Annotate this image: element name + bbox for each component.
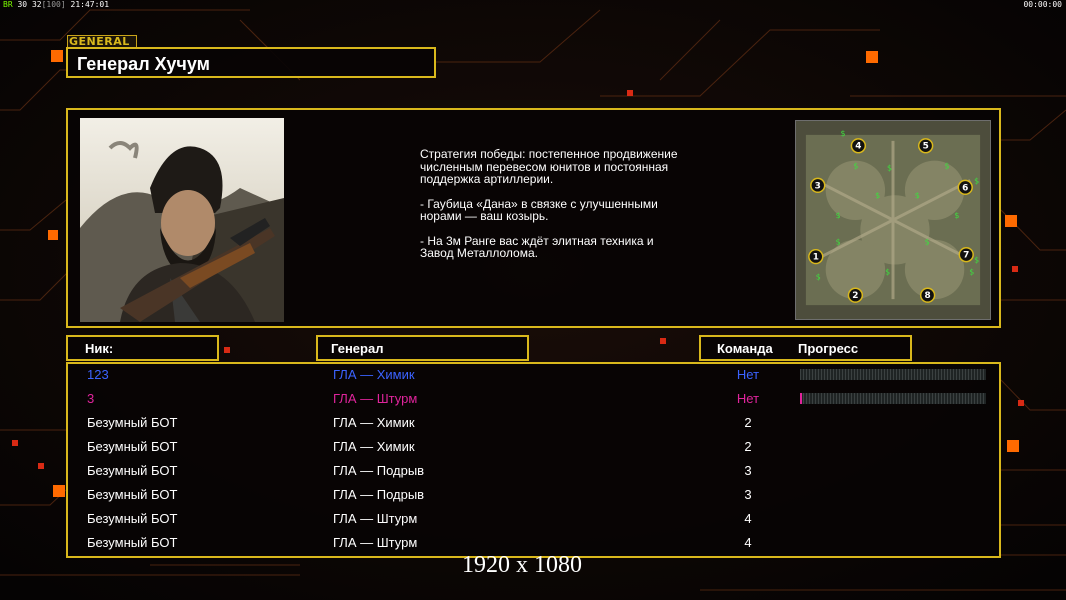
player-general: ГЛА — Химик — [333, 439, 415, 454]
player-team: Нет — [736, 391, 760, 406]
strategy-description: Стратегия победы: постепенное продвижени… — [420, 148, 680, 272]
fps-max: [100] — [41, 0, 66, 9]
svg-text:$: $ — [816, 272, 821, 281]
player-team: 3 — [744, 463, 752, 478]
resolution-label: 1920 x 1080 — [462, 552, 582, 578]
player-team: 4 — [744, 511, 752, 526]
player-nick: Безумный БОТ — [87, 511, 178, 526]
header-progress-label: Прогресс — [798, 341, 859, 356]
player-general: ГЛА — Подрыв — [333, 487, 425, 502]
svg-text:8: 8 — [925, 291, 931, 301]
general-info-panel: Стратегия победы: постепенное продвижени… — [66, 108, 1001, 328]
svg-text:$: $ — [925, 238, 930, 247]
player-nick: Безумный БОТ — [87, 463, 178, 478]
svg-text:$: $ — [836, 238, 841, 247]
map-preview[interactable]: $$$$ $$$$ $$$$ $$$$ 4 5 3 6 1 7 2 8 — [795, 120, 991, 320]
player-nick: 3 — [87, 391, 95, 406]
fps-avg: 32 — [31, 0, 42, 9]
fps-value: 30 — [17, 0, 28, 9]
strategy-paragraph: - Гаубица «Дана» в связке с улучшенными … — [420, 196, 658, 223]
player-team: 4 — [744, 535, 752, 550]
player-general: ГЛА — Химик — [333, 415, 415, 430]
svg-text:3: 3 — [815, 181, 821, 191]
player-row: Безумный БОТ ГЛА — Штурм 4 — [68, 508, 999, 532]
general-title-panel: Генерал Хучум — [66, 47, 436, 78]
svg-text:$: $ — [875, 191, 880, 200]
svg-text:6: 6 — [962, 183, 968, 193]
player-row: Безумный БОТ ГЛА — Подрыв 3 — [68, 460, 999, 484]
svg-text:2: 2 — [852, 291, 858, 301]
svg-text:7: 7 — [963, 251, 969, 261]
player-general: ГЛА — Подрыв — [333, 463, 425, 478]
progress-bar — [800, 369, 986, 380]
player-team: 2 — [744, 439, 752, 454]
svg-text:$: $ — [915, 191, 920, 200]
player-general: ГЛА — Штурм — [333, 535, 418, 550]
fps-counter: BR 30 32[100] 21:47:01 — [3, 0, 109, 9]
player-nick: Безумный БОТ — [87, 439, 178, 454]
header-general-label: Генерал — [331, 341, 384, 356]
svg-text:1: 1 — [813, 253, 819, 263]
header-team-label: Команда — [717, 341, 773, 356]
player-team: 2 — [744, 415, 752, 430]
player-team: Нет — [736, 367, 760, 382]
player-row: Безумный БОТ ГЛА — Химик 2 — [68, 412, 999, 436]
column-header-general: Генерал — [316, 335, 529, 361]
player-general: ГЛА — Штурм — [333, 391, 418, 406]
svg-text:5: 5 — [923, 142, 929, 152]
strategy-paragraph: - На 3м Ранге вас ждёт элитная техника и… — [420, 233, 654, 260]
svg-text:$: $ — [887, 164, 892, 173]
column-header-team: Команда Прогресс — [699, 335, 912, 361]
clock: 21:47:01 — [70, 0, 110, 9]
progress-bar — [800, 393, 986, 404]
game-timer: 00:00:00 — [1023, 0, 1062, 9]
player-nick: Безумный БОТ — [87, 535, 178, 550]
player-row: 3 ГЛА — Штурм Нет — [68, 388, 999, 412]
svg-text:$: $ — [853, 162, 858, 171]
player-general: ГЛА — Штурм — [333, 511, 418, 526]
strategy-paragraph: Стратегия победы: постепенное продвижени… — [420, 147, 678, 186]
svg-text:$: $ — [836, 211, 841, 220]
svg-text:$: $ — [954, 211, 959, 220]
svg-text:$: $ — [974, 176, 979, 185]
player-nick: Безумный БОТ — [87, 415, 178, 430]
player-row: 123 ГЛА — Химик Нет — [68, 364, 999, 388]
player-team: 3 — [744, 487, 752, 502]
header-nick-label: Ник: — [85, 341, 114, 356]
svg-text:$: $ — [841, 129, 846, 138]
progress-fill — [800, 393, 802, 404]
general-portrait — [80, 118, 284, 322]
fps-label: BR — [3, 0, 13, 9]
svg-text:$: $ — [944, 162, 949, 171]
svg-text:4: 4 — [855, 142, 861, 152]
player-nick: Безумный БОТ — [87, 487, 178, 502]
svg-text:$: $ — [885, 267, 890, 276]
svg-text:$: $ — [974, 256, 979, 265]
column-header-nick: Ник: — [66, 335, 219, 361]
svg-text:$: $ — [969, 267, 974, 276]
player-row: Безумный БОТ ГЛА — Химик 2 — [68, 436, 999, 460]
player-general: ГЛА — Химик — [333, 367, 415, 382]
player-row: Безумный БОТ ГЛА — Подрыв 3 — [68, 484, 999, 508]
general-name: Генерал Хучум — [77, 54, 210, 74]
player-nick: 123 — [87, 367, 109, 382]
players-list: 123 ГЛА — Химик Нет 3 ГЛА — Штурм Нет Безумный… — [66, 362, 1001, 558]
